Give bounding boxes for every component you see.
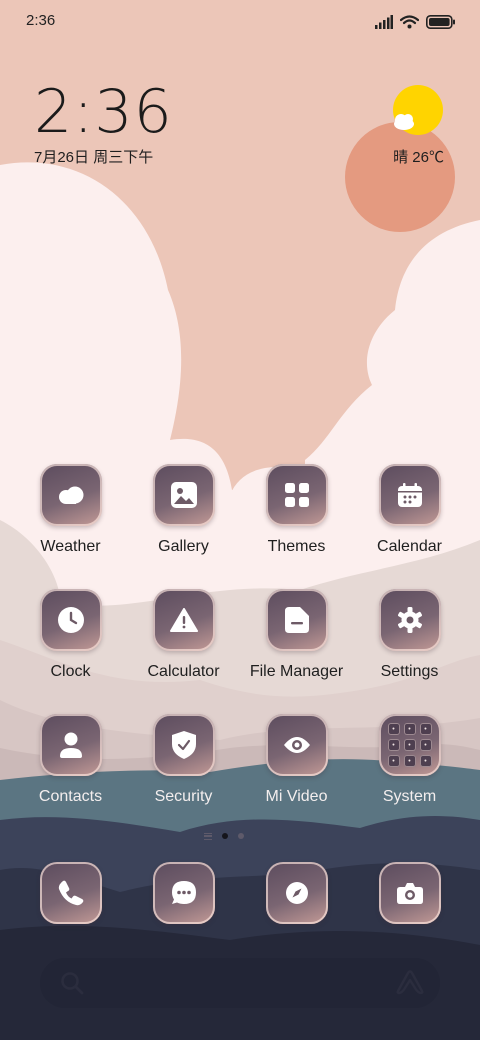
app-icon — [378, 589, 441, 651]
app-icon — [152, 862, 215, 924]
app-icon — [39, 714, 102, 776]
sun-cloud-icon — [393, 85, 443, 135]
app-icon — [265, 714, 328, 776]
app-calendar[interactable]: Calendar — [353, 464, 466, 556]
app-label: Contacts — [38, 788, 103, 805]
app-icon — [39, 862, 102, 924]
app-label: Mi Video — [265, 788, 328, 805]
app-drawer-indicator — [204, 832, 212, 840]
app-icon — [152, 589, 215, 651]
message-icon — [171, 881, 196, 904]
mini-app-icon: • — [387, 755, 400, 767]
shield-check-icon — [171, 731, 196, 759]
compass-icon — [285, 882, 308, 904]
mini-app-icon: • — [387, 739, 400, 751]
app-label: Weather — [40, 538, 101, 555]
app-label: Security — [154, 788, 213, 805]
page-dot — [238, 833, 244, 839]
signal-icon — [375, 15, 393, 29]
image-icon — [170, 482, 197, 508]
app-weather[interactable]: Weather — [14, 464, 127, 556]
grid-icon — [284, 483, 309, 507]
app-mi-video[interactable]: Mi Video — [240, 714, 353, 806]
app-calculator[interactable]: Calculator — [127, 589, 240, 681]
cloud-icon — [58, 486, 83, 504]
app-icon — [152, 464, 215, 526]
dock-messages[interactable] — [127, 862, 240, 924]
clock-widget[interactable]: 2:36 7月26日 周三下午 — [34, 80, 234, 170]
gear-icon — [397, 607, 422, 633]
page-indicator[interactable] — [200, 830, 248, 842]
app-gallery[interactable]: Gallery — [127, 464, 240, 556]
dock-browser[interactable] — [240, 862, 353, 924]
clock-date: 7月26日 周三下午 — [34, 149, 154, 166]
search-icon — [61, 972, 84, 995]
app-file-manager[interactable]: File Manager — [240, 589, 353, 681]
weather-text: 晴 26℃ — [393, 149, 444, 166]
app-icon — [152, 714, 215, 776]
folder-icon — [284, 607, 309, 633]
clock-time: 2:36 — [34, 77, 173, 147]
mini-app-icon: • — [403, 723, 416, 735]
app-label: System — [382, 788, 437, 805]
mini-app-icon: • — [419, 739, 432, 751]
search-bar[interactable] — [40, 958, 440, 1008]
app-icon — [265, 862, 328, 924]
clock-icon — [57, 607, 84, 633]
app-system-folder[interactable]: • • • • • • • • • System — [353, 714, 466, 806]
status-time: 2:36 — [26, 12, 56, 29]
battery-icon — [426, 15, 455, 29]
app-icon — [39, 589, 102, 651]
dock — [14, 862, 466, 924]
app-label: Settings — [380, 663, 439, 680]
app-label: Calendar — [377, 538, 442, 555]
mini-app-icon: • — [419, 755, 432, 767]
app-grid: Weather Gallery Themes Calendar Clock Ca… — [14, 464, 466, 806]
app-icon — [39, 464, 102, 526]
camera-icon — [396, 883, 423, 904]
app-contacts[interactable]: Contacts — [14, 714, 127, 806]
app-label: Clock — [50, 663, 91, 680]
dock-camera[interactable] — [353, 862, 466, 924]
calendar-icon — [397, 483, 422, 507]
warning-icon — [169, 608, 198, 632]
status-icons — [375, 13, 456, 31]
app-label: Themes — [267, 538, 326, 555]
app-icon: • • • • • • • • • — [378, 714, 441, 776]
weather-widget[interactable]: 晴 26℃ — [364, 84, 444, 174]
phone-icon — [58, 880, 83, 906]
app-label: Gallery — [158, 538, 209, 555]
page-dot-active — [222, 833, 228, 839]
app-label: Calculator — [147, 663, 220, 680]
app-clock[interactable]: Clock — [14, 589, 127, 681]
status-bar: 2:36 — [0, 0, 480, 44]
mini-app-icon: • — [419, 723, 432, 735]
app-security[interactable]: Security — [127, 714, 240, 806]
app-settings[interactable]: Settings — [353, 589, 466, 681]
folder-grid-icon: • • • • • • • • • — [387, 723, 432, 767]
mini-app-icon: • — [403, 755, 416, 767]
app-icon — [265, 589, 328, 651]
mini-app-icon: • — [403, 739, 416, 751]
app-icon — [378, 862, 441, 924]
mini-app-icon: • — [387, 723, 400, 735]
assistant-icon[interactable] — [396, 970, 424, 996]
app-icon — [378, 464, 441, 526]
eye-icon — [283, 737, 310, 753]
person-icon — [59, 732, 82, 758]
wifi-icon — [400, 15, 419, 29]
app-icon — [265, 464, 328, 526]
app-themes[interactable]: Themes — [240, 464, 353, 556]
app-label: File Manager — [249, 663, 344, 680]
dock-phone[interactable] — [14, 862, 127, 924]
